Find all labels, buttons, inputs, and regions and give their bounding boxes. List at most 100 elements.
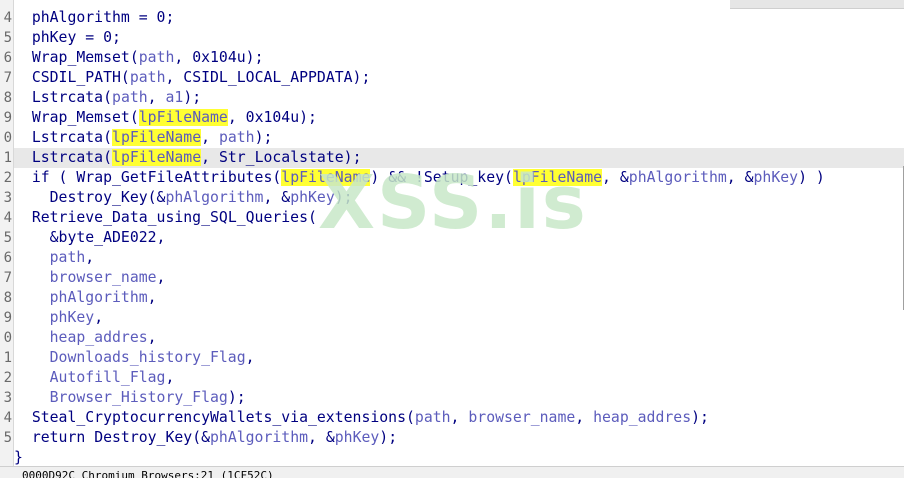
highlighted-identifier[interactable]: lpFileName [112, 129, 202, 146]
variable-name[interactable]: browser_name [468, 409, 575, 426]
function-name[interactable]: Destroy_Key [50, 189, 148, 206]
code-text: , [85, 249, 95, 266]
function-name[interactable]: Lstrcata [32, 89, 103, 106]
variable-name[interactable]: browser_name [50, 269, 157, 286]
variable-name[interactable]: phAlgorithm [210, 429, 308, 446]
status-bar-text: 0000D92C Chromium_Browsers:21 (1CF52C) [22, 469, 274, 478]
highlighted-identifier[interactable]: lpFileName [112, 149, 202, 166]
function-name[interactable]: Lstrcata [32, 129, 103, 146]
code-line[interactable]: Steal_CryptocurrencyWallets_via_extensio… [14, 408, 904, 428]
code-line[interactable]: Destroy_Key(&phAlgorithm, &phKey); [14, 188, 904, 208]
code-text: &byte_ADE022, [49, 229, 166, 246]
variable-name[interactable]: a1 [166, 89, 184, 106]
code-text: , [156, 269, 166, 286]
variable-name[interactable]: heap_addres [50, 329, 148, 346]
current-code-line[interactable]: Lstrcata(lpFileName, Str_Localstate); [14, 148, 904, 168]
code-text: , [94, 309, 104, 326]
variable-name[interactable]: phKey [754, 169, 799, 186]
code-text: ); [334, 189, 353, 206]
code-text: , & [263, 189, 291, 206]
function-name[interactable]: Lstrcata [32, 149, 103, 166]
function-name[interactable]: Wrap_GetFileAttributes [76, 169, 272, 186]
code-line[interactable]: path, [14, 248, 904, 268]
line-number: 1 [3, 350, 12, 366]
code-line[interactable]: if ( Wrap_GetFileAttributes(lpFileName) … [14, 168, 904, 188]
variable-name[interactable]: phAlgorithm [629, 169, 727, 186]
code-text: ( [103, 129, 113, 146]
code-text: , Str_Localstate); [201, 149, 362, 166]
function-name[interactable]: Wrap_Memset [32, 49, 130, 66]
code-line[interactable]: return Destroy_Key(&phAlgorithm, &phKey)… [14, 428, 904, 448]
variable-name[interactable]: Browser_History_Flag [50, 389, 228, 406]
code-text: , [147, 289, 157, 306]
variable-name[interactable]: path [139, 49, 175, 66]
variable-name[interactable]: phAlgorithm [50, 289, 148, 306]
code-text: = 0; [129, 9, 175, 26]
line-number-gutter: 4 5 6 7 8 9 0 1 2 3 4 5 6 7 8 9 0 1 2 3 4 5 [0, 0, 14, 478]
variable-name[interactable]: path [130, 69, 166, 86]
code-line[interactable]: CSDIL_PATH(path, CSIDL_LOCAL_APPDATA); [14, 68, 904, 88]
pseudocode-editor[interactable]: 4567890123456789012345 phAlgorithm = 0; … [0, 0, 904, 478]
code-line[interactable]: &byte_ADE022, [14, 228, 904, 248]
code-text: , [245, 349, 255, 366]
code-line[interactable]: heap_addres, [14, 328, 904, 348]
variable-name[interactable]: phKey [50, 309, 95, 326]
variable-name[interactable]: phKey [290, 189, 335, 206]
code-line[interactable]: Lstrcata(path, a1); [14, 88, 904, 108]
code-text: , [575, 409, 594, 426]
variable-name[interactable]: Autofill_Flag [50, 369, 166, 386]
highlighted-identifier[interactable]: lpFileName [281, 169, 371, 186]
line-number: 2 [3, 370, 12, 386]
line-number: 3 [3, 190, 12, 206]
variable-name[interactable]: phAlgorithm [165, 189, 263, 206]
code-text: , [147, 329, 157, 346]
function-name[interactable]: Destroy_Key [94, 429, 192, 446]
code-text: ); [254, 129, 273, 146]
variable-name[interactable]: path [112, 89, 148, 106]
function-name[interactable]: Steal_CryptocurrencyWallets_via_extensio… [32, 409, 406, 426]
variable-name[interactable]: path [415, 409, 451, 426]
function-name[interactable]: Setup_key [424, 169, 504, 186]
code-text: , & [308, 429, 335, 446]
code-line[interactable]: Browser_History_Flag); [14, 388, 904, 408]
function-name[interactable]: Retrieve_Data_using_SQL_Queries [32, 209, 308, 226]
code-line[interactable]: Wrap_Memset(lpFileName, 0x104u); [14, 108, 904, 128]
code-line[interactable]: Wrap_Memset(path, 0x104u); [14, 48, 904, 68]
code-line[interactable]: phAlgorithm = 0; [14, 8, 904, 28]
line-number: 1 [3, 150, 12, 166]
code-line[interactable]: } [14, 448, 904, 468]
code-line[interactable]: Downloads_history_Flag, [14, 348, 904, 368]
line-number: 2 [3, 170, 12, 186]
variable-name[interactable]: Downloads_history_Flag [50, 349, 246, 366]
code-line[interactable]: phKey, [14, 308, 904, 328]
code-line[interactable]: Lstrcata(lpFileName, path); [14, 128, 904, 148]
line-number: 3 [3, 390, 12, 406]
code-line[interactable]: phKey = 0; [14, 28, 904, 48]
highlighted-identifier[interactable]: lpFileName [512, 169, 603, 186]
variable-name[interactable]: phKey [335, 429, 380, 446]
line-number: 6 [3, 50, 12, 66]
highlighted-identifier[interactable]: lpFileName [138, 109, 228, 126]
line-number: 5 [3, 230, 12, 246]
variable-name[interactable]: path [219, 129, 255, 146]
function-name[interactable]: CSDIL_PATH [32, 69, 121, 86]
code-text: ( [103, 89, 113, 106]
variable-name[interactable]: path [50, 249, 86, 266]
code-line[interactable]: Autofill_Flag, [14, 368, 904, 388]
code-line[interactable]: Retrieve_Data_using_SQL_Queries( [14, 208, 904, 228]
code-line[interactable]: browser_name, [14, 268, 904, 288]
code-line[interactable]: phAlgorithm, [14, 288, 904, 308]
function-name[interactable]: Wrap_Memset [32, 109, 130, 126]
variable-name[interactable]: heap_addres [593, 409, 691, 426]
